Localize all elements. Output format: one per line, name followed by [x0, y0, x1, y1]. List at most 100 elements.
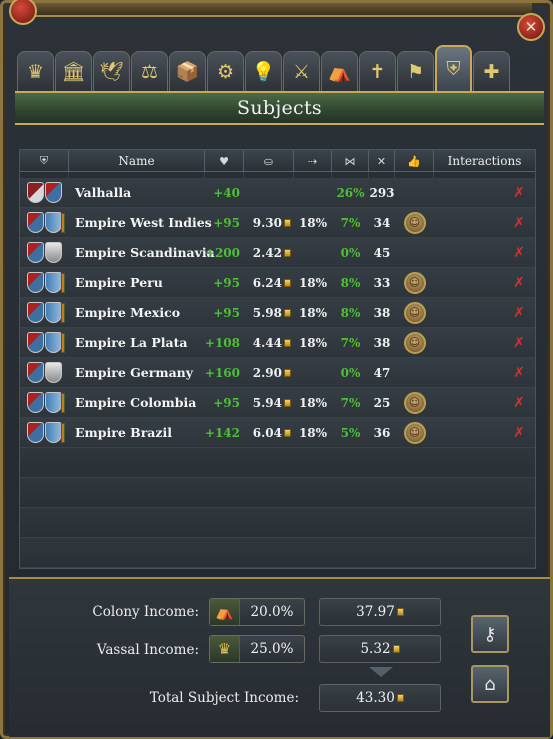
break-alliance-button[interactable]: ✗: [511, 424, 527, 442]
ruler-portrait-icon[interactable]: ☺: [403, 211, 426, 234]
subject-trade-share: [294, 178, 332, 208]
vassal-tax-icon: ♛: [210, 636, 240, 662]
sort-by-favor-header[interactable]: 👍: [395, 150, 434, 172]
sort-by-forcelimit-header[interactable]: ✕: [369, 150, 395, 172]
subject-shield[interactable]: [20, 238, 69, 268]
ruler-portrait-icon[interactable]: ☺: [403, 271, 426, 294]
sort-by-liberty-header[interactable]: ⋈: [332, 150, 369, 172]
table-row[interactable]: Empire La Plata +108 4.44 18% 7% 38 ☺ ✗: [20, 328, 535, 358]
total-income-label: Total Subject Income:: [149, 690, 299, 706]
court-icon: 🏛: [61, 61, 86, 83]
tab-subjects[interactable]: ⛨: [435, 45, 472, 91]
ducat-icon: [284, 248, 291, 257]
subject-interactions: ✗: [434, 328, 535, 358]
subject-shield[interactable]: [20, 178, 69, 208]
subject-ruler: [395, 178, 434, 208]
subject-interactions: ✗: [434, 298, 535, 328]
ruler-portrait-icon[interactable]: ☺: [403, 421, 426, 444]
subject-ruler: ☺: [395, 388, 434, 418]
close-button[interactable]: ✕: [517, 13, 545, 41]
table-row[interactable]: Empire Germany +160 2.90 0% 47 ✗: [20, 358, 535, 388]
tab-mission[interactable]: ⚑: [397, 51, 434, 91]
idea-icon: 💡: [251, 61, 276, 83]
ruler-portrait-icon[interactable]: ☺: [403, 331, 426, 354]
subject-interactions: ✗: [434, 238, 535, 268]
corner-ornament-left: [9, 0, 37, 25]
colony-income-rate[interactable]: ⛺ 20.0%: [209, 598, 305, 626]
subject-interactions: ✗: [434, 178, 535, 208]
subject-trade-share: 18%: [298, 275, 328, 290]
sort-by-shield-header[interactable]: ⛨: [20, 150, 69, 172]
break-alliance-button[interactable]: ✗: [511, 334, 527, 352]
income-panel: Colony Income: ⛺ 20.0% 37.97 Vassal Inco…: [9, 577, 550, 737]
tab-estates[interactable]: ✚: [473, 51, 510, 91]
tab-colony[interactable]: ⛺: [321, 51, 358, 91]
break-alliance-button[interactable]: ✗: [511, 394, 527, 412]
tab-idea[interactable]: 💡: [245, 51, 282, 91]
sort-by-income-header[interactable]: ⛀: [244, 150, 294, 172]
subject-shield[interactable]: [20, 328, 69, 358]
break-alliance-button[interactable]: ✗: [511, 214, 527, 232]
table-row[interactable]: Empire Peru +95 6.24 18% 8% 33 ☺ ✗: [20, 268, 535, 298]
subject-shield[interactable]: [20, 208, 69, 238]
subject-shield[interactable]: [20, 298, 69, 328]
close-icon: ✕: [524, 18, 538, 36]
subject-opinion: +40: [213, 185, 240, 200]
subject-liberty-desire: 26%: [336, 185, 365, 200]
subject-opinion: +108: [204, 335, 240, 350]
table-row[interactable]: Empire Brazil +142 6.04 18% 5% 36 ☺ ✗: [20, 418, 535, 448]
subject-shield[interactable]: [20, 268, 69, 298]
tab-economy[interactable]: ⚖: [131, 51, 168, 91]
ducat-icon: [284, 338, 291, 347]
subject-ruler: [395, 238, 434, 268]
subject-name: Valhalla: [75, 185, 132, 200]
table-row[interactable]: Empire Scandinavia +200 2.42 0% 45 ✗: [20, 238, 535, 268]
ruler-portrait-icon[interactable]: ☺: [403, 391, 426, 414]
vassal-income-rate[interactable]: ♛ 25.0%: [209, 635, 305, 663]
colony-icon: ⛺: [327, 61, 352, 83]
subject-opinion: +95: [213, 395, 240, 410]
subject-ruler: ☺: [395, 298, 434, 328]
subject-trade-share: 18%: [298, 425, 328, 440]
break-alliance-button[interactable]: ✗: [511, 244, 527, 262]
tab-dove[interactable]: 🕊: [93, 51, 130, 91]
top-ornament: [27, 3, 532, 17]
subject-shield-icon: [45, 332, 62, 353]
subject-shield-icon: [45, 392, 62, 413]
subject-shield[interactable]: [20, 418, 69, 448]
table-row[interactable]: Empire Colombia +95 5.94 18% 7% 25 ☺ ✗: [20, 388, 535, 418]
ducat-icon: [284, 308, 291, 317]
tab-crown[interactable]: ♛: [17, 51, 54, 91]
subject-map-button[interactable]: ⌂: [471, 665, 509, 703]
break-alliance-button[interactable]: ✗: [511, 304, 527, 322]
sort-by-name-header[interactable]: Name: [69, 150, 205, 172]
subject-opinion: +95: [213, 305, 240, 320]
subject-shield[interactable]: [20, 358, 69, 388]
tab-military[interactable]: ⚔: [283, 51, 320, 91]
ducat-icon: [392, 645, 400, 653]
subject-force-limit: 38: [373, 305, 391, 320]
table-row[interactable]: Empire Mexico +95 5.98 18% 8% 38 ☺ ✗: [20, 298, 535, 328]
ruler-portrait-icon[interactable]: ☺: [403, 301, 426, 324]
subject-ruler: ☺: [395, 328, 434, 358]
subject-liberty-desire: 7%: [340, 335, 361, 350]
sort-by-opinion-header[interactable]: ♥: [205, 150, 244, 172]
colony-income-label: Colony Income:: [92, 604, 199, 620]
break-alliance-button[interactable]: ✗: [511, 274, 527, 292]
break-alliance-button[interactable]: ✗: [511, 184, 527, 202]
subject-liberty-desire: 0%: [340, 245, 361, 260]
subject-shield[interactable]: [20, 388, 69, 418]
tab-religion[interactable]: ✝: [359, 51, 396, 91]
table-row[interactable]: Empire West Indies +95 9.30 18% 7% 34 ☺ ✗: [20, 208, 535, 238]
sort-by-trade-header[interactable]: ⇢: [294, 150, 332, 172]
release-subject-button[interactable]: ⚷: [471, 615, 509, 653]
subject-liberty-desire: 5%: [340, 425, 361, 440]
subject-trade-share: 18%: [298, 335, 328, 350]
subjects-window: ✕ ♛ 🏛 🕊 ⚖ 📦 ⚙ 💡 ⚔ ⛺ ✝ ⚑ ⛨ ✚ Subjects ⛨ Name ♥ ⛀ ⇢ ⋈ …: [0, 0, 553, 739]
table-row[interactable]: Valhalla +40 26% 293 ✗: [20, 178, 535, 208]
empty-row: [20, 448, 535, 478]
tab-production[interactable]: ⚙: [207, 51, 244, 91]
tab-court[interactable]: 🏛: [55, 51, 92, 91]
tab-trade[interactable]: 📦: [169, 51, 206, 91]
break-alliance-button[interactable]: ✗: [511, 364, 527, 382]
